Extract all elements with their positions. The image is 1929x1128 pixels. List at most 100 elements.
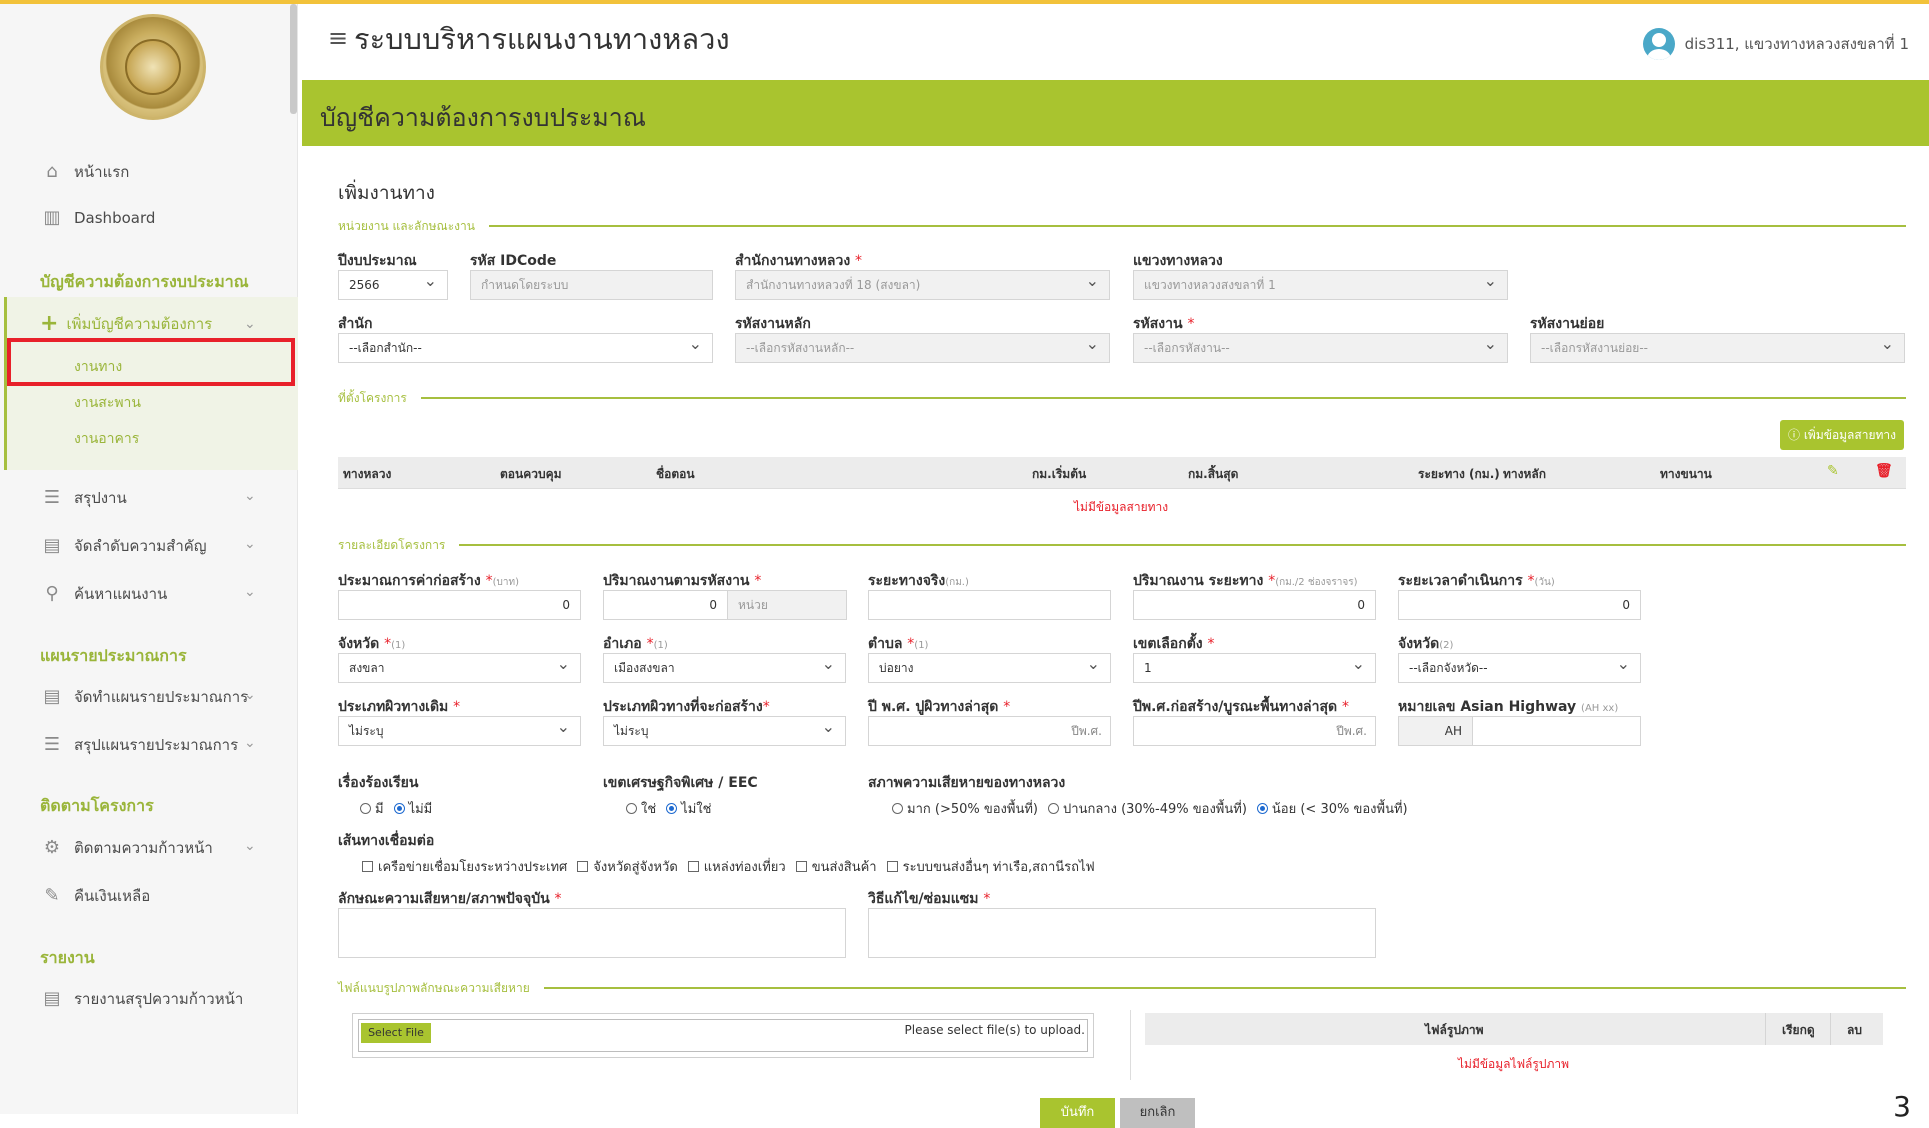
unit-label: ปีพ.ศ. [1071, 724, 1102, 738]
sidebar-item-make-plan[interactable]: ▤ จัดทำแผนรายประมาณการ [40, 685, 248, 709]
chevron-down-icon[interactable]: ⌄ [244, 838, 256, 854]
sidebar-item-label: รายงานสรุปความก้าวหน้า [74, 990, 244, 1008]
damage-high-radio[interactable] [892, 803, 903, 814]
last-resurface-input[interactable]: ปีพ.ศ. [868, 716, 1111, 746]
connect-freight-checkbox[interactable] [795, 861, 807, 872]
surface-new-select[interactable]: ไม่ระบุ [603, 716, 846, 746]
chevron-down-icon[interactable]: ⌄ [244, 536, 256, 552]
col-distance: ระยะทาง (กม.) [1418, 467, 1500, 481]
sidebar-item-report-progress[interactable]: ▤ รายงานสรุปความก้าวหน้า [40, 987, 243, 1011]
amphoe-select[interactable]: เมืองสงขลา [603, 653, 846, 683]
highlight-box [7, 338, 295, 386]
clipboard-icon: ▤ [43, 535, 61, 556]
sidebar-item-home[interactable]: ⌂ หน้าแรก [40, 160, 129, 184]
file-upload[interactable]: Select File Please select file(s) to upl… [352, 1013, 1094, 1058]
edit-icon[interactable]: ✎ [1827, 463, 1839, 479]
eec-radio-group[interactable]: ใช่ ไม่ใช่ [626, 798, 721, 819]
connect-tourism-checkbox[interactable] [687, 861, 699, 872]
fix-method-label: วิธีแก้ไข/ซ่อมแซม * [868, 891, 991, 907]
district-select[interactable]: แขวงทางหลวงสงขลาที่ 1 [1133, 270, 1508, 300]
route-table-empty: ไม่มีข้อมูลสายทาง [1074, 500, 1169, 514]
sidebar-scrollbar[interactable] [290, 4, 297, 114]
menu-toggle-icon[interactable]: ≡ [328, 24, 348, 52]
province-select[interactable]: สงขลา [338, 653, 581, 683]
sidebar-item-add-budget[interactable]: + เพิ่มบัญชีความต้องการ [40, 311, 212, 336]
subwork-label: รหัสงานย่อย [1530, 316, 1605, 332]
gear-icon: ⚙ [43, 837, 61, 858]
asian-highway-input[interactable] [1472, 716, 1641, 746]
fiscal-year-select[interactable]: 2566 [338, 270, 448, 300]
chevron-down-icon[interactable]: ⌄ [244, 316, 256, 332]
work-select[interactable]: --เลือกรหัสงาน-- [1133, 333, 1508, 363]
chevron-down-icon[interactable]: ⌄ [244, 584, 256, 600]
sidebar-section-report: รายงาน [40, 948, 95, 967]
sidebar-item-label: คืนเงินเหลือ [74, 887, 151, 905]
damage-mid-radio[interactable] [1048, 803, 1060, 814]
connect-checkbox-group[interactable]: เครือข่ายเชื่อมโยงระหว่างประเทศ จังหวัดส… [362, 856, 1105, 877]
sidebar-subitem-bridge[interactable]: งานสะพาน [74, 392, 141, 414]
complaint-radio-group[interactable]: มี ไม่มี [360, 798, 442, 819]
add-route-button[interactable]: ⓘ เพิ่มข้อมูลสายทาง [1780, 420, 1904, 450]
sidebar-item-summary[interactable]: ☰ สรุปงาน [40, 486, 127, 510]
damage-radio-group[interactable]: มาก (>50% ของพื้นที่) ปานกลาง (30%-49% ข… [892, 798, 1418, 819]
surface-old-label: ประเภทผิวทางเดิม * [338, 699, 461, 715]
sidebar-item-priority[interactable]: ▤ จัดลำดับความสำคัญ [40, 534, 206, 558]
connect-province-checkbox[interactable] [577, 861, 589, 872]
sidebar-item-sum-plan[interactable]: ☰ สรุปแผนรายประมาณการ [40, 733, 238, 757]
province2-select[interactable]: --เลือกจังหวัด-- [1398, 653, 1641, 683]
last-build-input[interactable]: ปีพ.ศ. [1133, 716, 1376, 746]
option-label: ไม่มี [408, 802, 433, 817]
option-label: ไม่ใช่ [681, 802, 712, 817]
eec-no-radio[interactable] [666, 803, 678, 814]
office-label: สำนักงานทางหลวง * [735, 253, 863, 269]
subwork-select[interactable]: --เลือกรหัสงานย่อย-- [1530, 333, 1905, 363]
surface-old-select[interactable]: ไม่ระบุ [338, 716, 581, 746]
fix-method-textarea[interactable] [868, 908, 1376, 958]
complaint-yes-radio[interactable] [360, 803, 371, 814]
duration-input[interactable]: 0 [1398, 590, 1641, 620]
sidebar-item-dashboard[interactable]: ▥ Dashboard [40, 208, 155, 228]
qty-distance-input[interactable]: 0 [1133, 590, 1376, 620]
bureau-select[interactable]: --เลือกสำนัก-- [338, 333, 713, 363]
damage-desc-label: ลักษณะความเสียหาย/สภาพปัจจุบัน * [338, 891, 562, 907]
duration-label: ระยะเวลาดำเนินการ *(วัน) [1398, 573, 1555, 589]
department-logo [100, 14, 206, 120]
sidebar-subitem-building[interactable]: งานอาคาร [74, 428, 139, 450]
unit-label: ปีพ.ศ. [1336, 724, 1367, 738]
select-file-button[interactable]: Select File [361, 1023, 431, 1043]
avatar-icon [1642, 28, 1675, 60]
sidebar-item-track-progress[interactable]: ⚙ ติดตามความก้าวหน้า [40, 836, 213, 860]
distance-input[interactable] [868, 590, 1111, 620]
chevron-down-icon[interactable]: ⌄ [244, 687, 256, 703]
tambon-select[interactable]: บ่อยาง [868, 653, 1111, 683]
sidebar-item-search[interactable]: ⚲ ค้นหาแผนงาน [40, 582, 167, 606]
office-select[interactable]: สำนักงานทางหลวงที่ 18 (สงขลา) [735, 270, 1110, 300]
eec-yes-radio[interactable] [626, 803, 637, 814]
option-label: น้อย (< 30% ของพื้นที่) [1271, 802, 1408, 817]
tambon-label: ตำบล *(1) [868, 636, 929, 652]
sidebar-item-refund[interactable]: ✎ คืนเงินเหลือ [40, 884, 150, 908]
list-icon: ☰ [43, 734, 61, 755]
damage-desc-textarea[interactable] [338, 908, 846, 958]
constituency-select[interactable]: 1 [1133, 653, 1376, 683]
trash-icon[interactable]: 🗑 [1875, 463, 1893, 479]
mainwork-select[interactable]: --เลือกรหัสงานหลัก-- [735, 333, 1110, 363]
chevron-down-icon[interactable]: ⌄ [244, 488, 256, 504]
report-icon: ▤ [43, 988, 61, 1009]
sidebar-item-label: Dashboard [74, 209, 156, 227]
asian-highway-label: หมายเลข Asian Highway (AH xx) [1398, 699, 1619, 715]
section-label: ไฟล์แนบรูปภาพลักษณะความเสียหาย [338, 980, 530, 995]
qty-input[interactable]: 0 [603, 590, 728, 620]
user-menu[interactable]: dis311, แขวงทางหลวงสงขลาที่ 1 [1642, 28, 1909, 60]
option-label: เครือข่ายเชื่อมโยงระหว่างประเทศ [378, 860, 568, 875]
connect-intl-checkbox[interactable] [362, 861, 373, 872]
connect-other-checkbox[interactable] [886, 861, 898, 872]
sidebar-item-label: สรุปแผนรายประมาณการ [74, 736, 239, 754]
qty-distance-label: ปริมาณงาน ระยะทาง *(กม./2 ช่องจราจร) [1133, 573, 1358, 589]
complaint-no-radio[interactable] [393, 803, 405, 814]
idcode-label: รหัส IDCode [470, 253, 557, 269]
chevron-down-icon[interactable]: ⌄ [244, 735, 256, 751]
cost-input[interactable]: 0 [338, 590, 581, 620]
mainwork-label: รหัสงานหลัก [735, 316, 811, 332]
damage-low-radio[interactable] [1256, 803, 1268, 814]
